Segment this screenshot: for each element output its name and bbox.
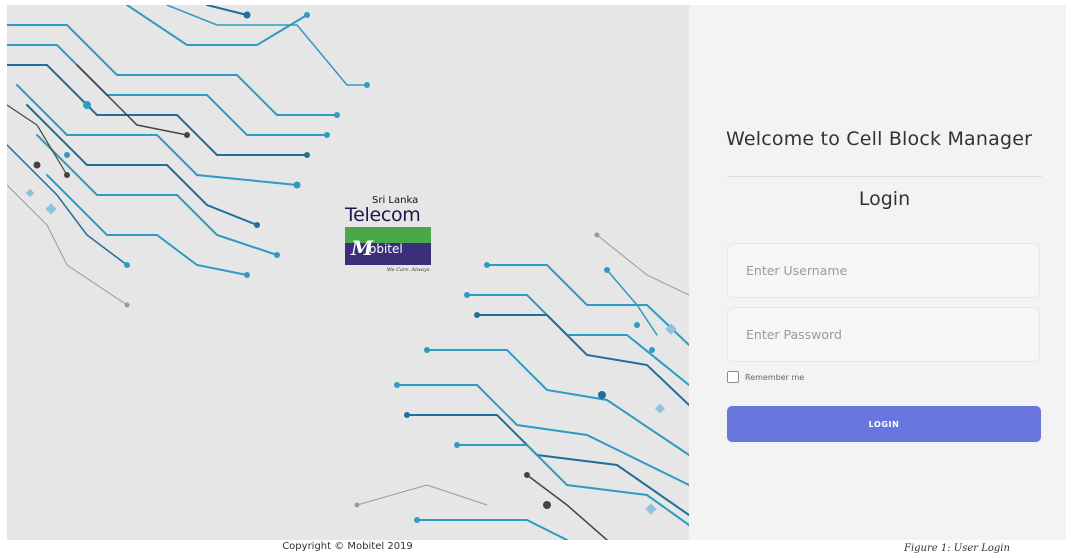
sri-lanka-telecom-wordmark: Sri Lanka Telecom [345, 195, 435, 226]
figure-caption: Figure 1: User Login [904, 543, 1010, 554]
mobitel-logo: Sri Lanka Telecom M obitel We Care. Alwa… [345, 195, 435, 273]
remember-me-checkbox[interactable] [727, 371, 739, 383]
heading-divider [727, 176, 1042, 177]
copyright-text: Copyright © Mobitel 2019 [282, 541, 413, 552]
logo-tagline: We Care. Always. [386, 267, 431, 273]
username-field [727, 243, 1040, 298]
password-field [727, 307, 1040, 362]
hero-background: Sri Lanka Telecom M obitel We Care. Alwa… [7, 5, 689, 540]
login-screen: Sri Lanka Telecom M obitel We Care. Alwa… [7, 5, 1066, 540]
remember-me-row[interactable]: Remember me [727, 371, 804, 383]
remember-me-label[interactable]: Remember me [745, 373, 804, 382]
username-input[interactable] [728, 244, 1039, 297]
password-input[interactable] [728, 308, 1039, 361]
logo-mobitel-text: obitel [369, 242, 403, 256]
welcome-heading: Welcome to Cell Block Manager [726, 128, 1033, 150]
mobitel-band: M obitel [345, 227, 431, 265]
logo-telecom-text: Telecom [345, 204, 421, 226]
login-title: Login [858, 188, 911, 210]
login-button[interactable]: LOGIN [727, 406, 1041, 442]
login-panel: Welcome to Cell Block Manager Login Reme… [689, 5, 1066, 540]
